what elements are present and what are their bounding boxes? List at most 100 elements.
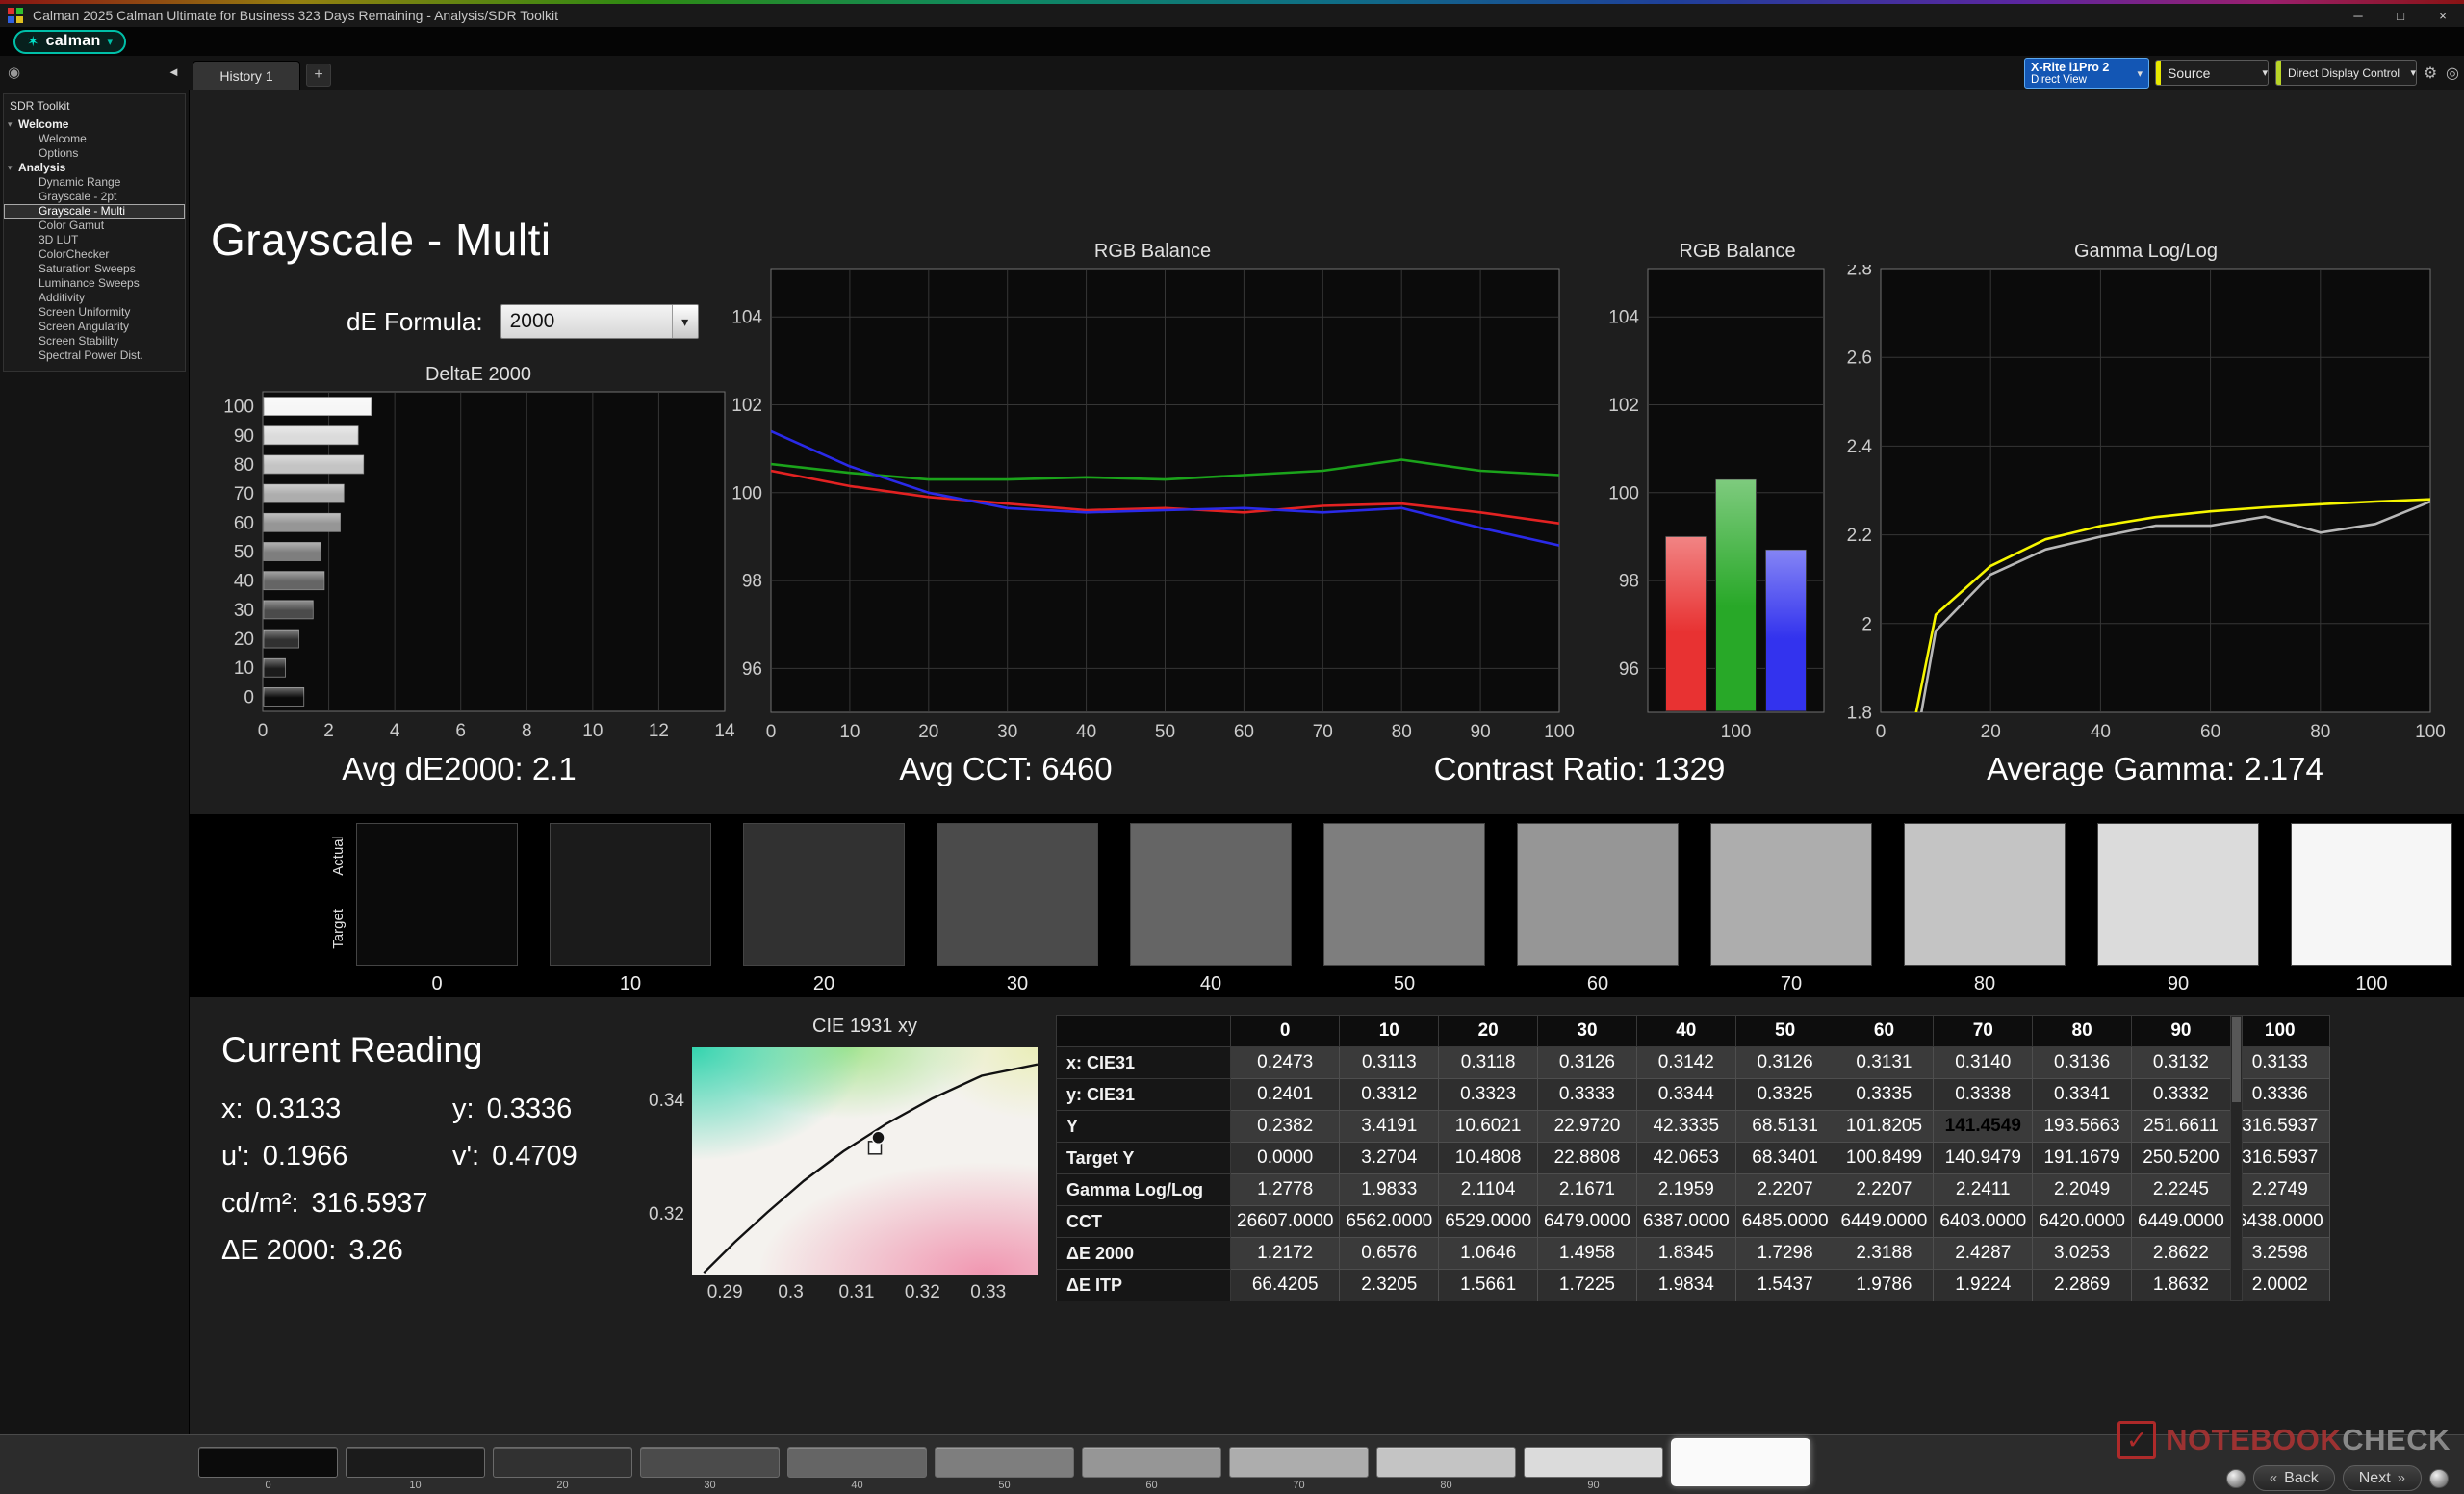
next-button[interactable]: Next » bbox=[2342, 1465, 2422, 1491]
sidebar-item-screen-uniformity[interactable]: Screen Uniformity bbox=[4, 305, 185, 320]
swatch-label: 30 bbox=[1006, 973, 1029, 994]
table-cell: 6438.0000 bbox=[2229, 1205, 2330, 1238]
table-cell: 1.5661 bbox=[1438, 1269, 1539, 1301]
display-control-label: Direct Display Control bbox=[2288, 65, 2400, 80]
tree-group-welcome[interactable]: ▾ Welcome bbox=[4, 117, 185, 132]
pattern-swatch[interactable] bbox=[1229, 1447, 1369, 1478]
table-col-header-60: 60 bbox=[1834, 1015, 1935, 1047]
pattern-button-100[interactable]: 100 bbox=[1671, 1435, 1810, 1494]
scrollbar-thumb[interactable] bbox=[2232, 1017, 2241, 1102]
sidebar-item-spectral-power-dist[interactable]: Spectral Power Dist. bbox=[4, 348, 185, 363]
pattern-swatch[interactable] bbox=[787, 1447, 927, 1478]
sidebar-item-luminance-sweeps[interactable]: Luminance Sweeps bbox=[4, 276, 185, 291]
table-cell: 1.9834 bbox=[1635, 1269, 1736, 1301]
pattern-label: 0 bbox=[265, 1480, 271, 1491]
sidebar-item-colorchecker[interactable]: ColorChecker bbox=[4, 247, 185, 262]
svg-text:50: 50 bbox=[1155, 722, 1175, 742]
meter-dropdown[interactable]: X-Rite i1Pro 2 Direct View ▾ bbox=[2024, 58, 2149, 89]
sidebar-item-saturation-sweeps[interactable]: Saturation Sweeps bbox=[4, 262, 185, 276]
pattern-swatch[interactable] bbox=[493, 1447, 632, 1478]
display-control-dropdown[interactable]: Direct Display Control ▾ bbox=[2275, 60, 2417, 86]
display-status-bar bbox=[2276, 61, 2281, 85]
table-cell: 2.3188 bbox=[1834, 1237, 1935, 1270]
charts-band: Grayscale - Multi dE Formula: 2000 ▾ Del… bbox=[190, 90, 2464, 814]
pattern-swatch[interactable] bbox=[935, 1447, 1074, 1478]
sidebar-item-grayscale-multi[interactable]: Grayscale - Multi bbox=[4, 204, 185, 219]
pattern-swatch[interactable] bbox=[346, 1447, 485, 1478]
table-cell: 2.2049 bbox=[2032, 1173, 2133, 1206]
pattern-button-60[interactable]: 60 bbox=[1082, 1435, 1221, 1494]
add-tab-button[interactable]: + bbox=[306, 64, 331, 87]
table-cell: 140.9479 bbox=[1933, 1142, 2034, 1174]
table-cell: 6529.0000 bbox=[1438, 1205, 1539, 1238]
table-cell: 101.8205 bbox=[1834, 1110, 1935, 1143]
table-cell: 1.9786 bbox=[1834, 1269, 1935, 1301]
pattern-button-90[interactable]: 90 bbox=[1524, 1435, 1663, 1494]
tab-history-1[interactable]: History 1 bbox=[192, 61, 300, 90]
table-cell: 6403.0000 bbox=[1933, 1205, 2034, 1238]
cie-x-tick: 0.29 bbox=[706, 1282, 743, 1302]
table-cell: 100.8499 bbox=[1834, 1142, 1935, 1174]
pattern-swatch[interactable] bbox=[1524, 1447, 1663, 1478]
home-icon[interactable]: ◉ bbox=[8, 64, 20, 81]
table-cell: 2.2411 bbox=[1933, 1173, 2034, 1206]
sidebar-item-screen-stability[interactable]: Screen Stability bbox=[4, 334, 185, 348]
settings-gear-icon[interactable]: ⚙ bbox=[2420, 62, 2441, 85]
table-col-header-80: 80 bbox=[2032, 1015, 2133, 1047]
maximize-button[interactable]: □ bbox=[2379, 4, 2422, 27]
sidebar-item-options[interactable]: Options bbox=[4, 146, 185, 161]
source-dropdown[interactable]: Source ▾ bbox=[2155, 60, 2269, 86]
pattern-label: 70 bbox=[1293, 1480, 1305, 1491]
table-cell: 6420.0000 bbox=[2032, 1205, 2133, 1238]
pattern-swatch[interactable] bbox=[1376, 1447, 1516, 1478]
pattern-swatch[interactable] bbox=[1082, 1447, 1221, 1478]
sidebar-item-welcome[interactable]: Welcome bbox=[4, 132, 185, 146]
table-row-y: Y 0.2382 3.4191 10.6021 22.9720 42.3335 68.513… bbox=[1056, 1110, 2330, 1143]
pattern-button-10[interactable]: 10 bbox=[346, 1435, 485, 1494]
sidebar-item-color-gamut[interactable]: Color Gamut bbox=[4, 219, 185, 233]
back-button[interactable]: « Back bbox=[2252, 1465, 2335, 1491]
sidebar-item-screen-angularity[interactable]: Screen Angularity bbox=[4, 320, 185, 334]
reading-row: x: 0.3133 y: 0.3336 bbox=[221, 1094, 683, 1141]
table-cell: 2.2207 bbox=[1834, 1173, 1935, 1206]
minimize-button[interactable]: ─ bbox=[2337, 4, 2379, 27]
pattern-swatch[interactable] bbox=[1671, 1438, 1810, 1486]
close-button[interactable]: × bbox=[2422, 4, 2464, 27]
table-cell: 251.6611 bbox=[2131, 1110, 2231, 1143]
table-cell: 0.0000 bbox=[1229, 1142, 1341, 1174]
pattern-swatch[interactable] bbox=[640, 1447, 780, 1478]
table-cell: 1.5437 bbox=[1734, 1269, 1835, 1301]
pattern-swatch[interactable] bbox=[198, 1447, 338, 1478]
pattern-button-0[interactable]: 0 bbox=[198, 1435, 338, 1494]
table-row-y-cie31: y: CIE31 0.2401 0.3312 0.3323 0.3333 0.3344 0.… bbox=[1056, 1078, 2330, 1111]
pattern-button-70[interactable]: 70 bbox=[1229, 1435, 1369, 1494]
svg-text:98: 98 bbox=[1619, 572, 1639, 592]
page-title: Grayscale - Multi bbox=[211, 215, 552, 265]
svg-text:100: 100 bbox=[2415, 722, 2446, 742]
pattern-button-20[interactable]: 20 bbox=[493, 1435, 632, 1494]
table-scrollbar[interactable] bbox=[2230, 1015, 2243, 1301]
sidebar-item-additivity[interactable]: Additivity bbox=[4, 291, 185, 305]
sidebar-collapse-button[interactable]: ◄ bbox=[167, 64, 180, 79]
nav-orb-left[interactable] bbox=[2225, 1468, 2246, 1488]
svg-text:100: 100 bbox=[1608, 483, 1639, 503]
sidebar-item-3d-lut[interactable]: 3D LUT bbox=[4, 233, 185, 247]
sidebar-item-dynamic-range[interactable]: Dynamic Range bbox=[4, 175, 185, 190]
de-formula-row: dE Formula: 2000 ▾ bbox=[346, 304, 699, 339]
pattern-button-40[interactable]: 40 bbox=[787, 1435, 927, 1494]
pattern-button-80[interactable]: 80 bbox=[1376, 1435, 1516, 1494]
table-cell: 0.3325 bbox=[1734, 1078, 1835, 1111]
table-row-label: Gamma Log/Log bbox=[1056, 1173, 1231, 1206]
de-formula-dropdown[interactable]: 2000 ▾ bbox=[500, 304, 699, 339]
calman-logo-menu[interactable]: ✶ calman ▾ bbox=[13, 29, 127, 54]
sidebar-item-grayscale-2pt[interactable]: Grayscale - 2pt bbox=[4, 190, 185, 204]
swatch-label: 90 bbox=[2167, 973, 2190, 994]
pattern-button-30[interactable]: 30 bbox=[640, 1435, 780, 1494]
table-cell: 2.3205 bbox=[1339, 1269, 1440, 1301]
table-col-header-90: 90 bbox=[2131, 1015, 2231, 1047]
pattern-button-50[interactable]: 50 bbox=[935, 1435, 1074, 1494]
probe-target-icon[interactable]: ◎ bbox=[2442, 62, 2463, 85]
nav-orb-right[interactable] bbox=[2429, 1468, 2449, 1488]
tree-group-analysis[interactable]: ▾ Analysis bbox=[4, 161, 185, 175]
tree-expand-icon: ▾ bbox=[8, 163, 13, 172]
